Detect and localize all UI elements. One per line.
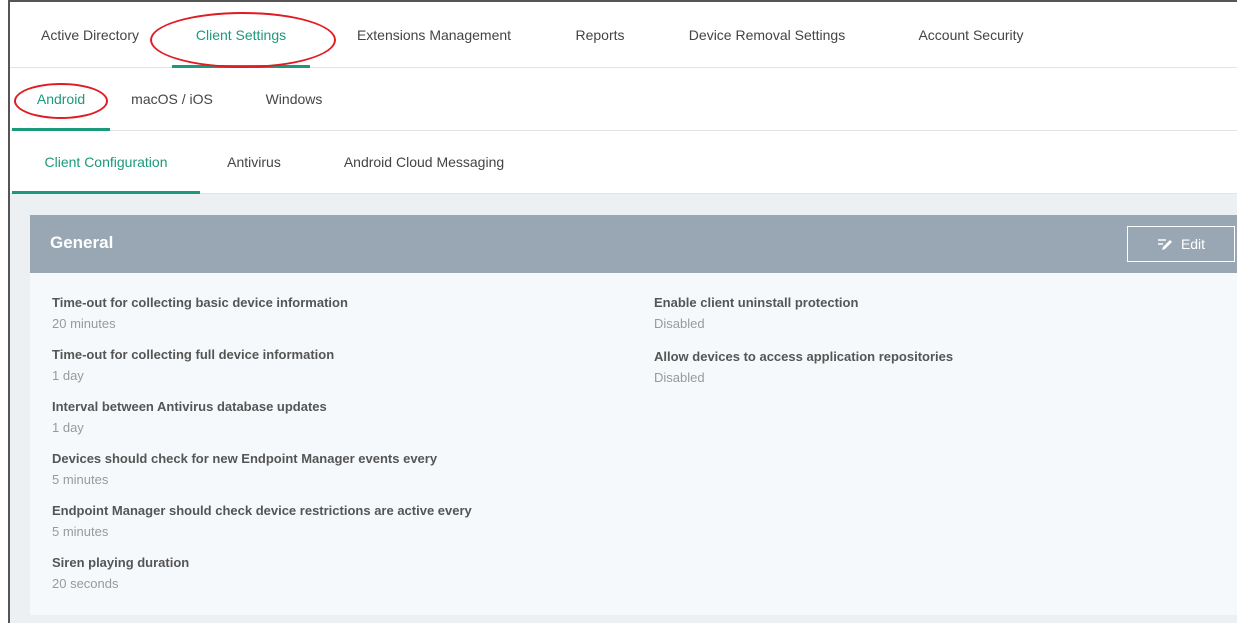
field-full-info-timeout: Time-out for collecting full device info…	[52, 347, 334, 383]
field-label: Enable client uninstall protection	[654, 295, 859, 310]
field-label: Time-out for collecting basic device inf…	[52, 295, 348, 310]
card-title: General	[50, 233, 114, 252]
general-card: General Edit Time-out for collecting bas…	[30, 215, 1237, 615]
edit-icon	[1157, 239, 1172, 250]
field-label: Devices should check for new Endpoint Ma…	[52, 451, 438, 466]
edit-button-label: Edit	[1180, 236, 1206, 252]
field-value: 20 minutes	[52, 316, 116, 331]
tab-android-cloud-messaging[interactable]: Android Cloud Messaging	[316, 131, 532, 193]
field-label: Endpoint Manager should check device res…	[52, 503, 472, 518]
field-value: 1 day	[52, 420, 84, 435]
field-value: Disabled	[654, 316, 705, 331]
edit-button[interactable]: Edit	[1127, 226, 1235, 262]
card-header: General Edit	[30, 215, 1237, 273]
tab-extensions-management[interactable]: Extensions Management	[332, 2, 536, 67]
tab-android[interactable]: Android	[12, 68, 110, 131]
field-value: 1 day	[52, 368, 84, 383]
field-uninstall-protection: Enable client uninstall protection Disab…	[654, 295, 858, 331]
field-siren-duration: Siren playing duration 20 seconds	[52, 555, 189, 591]
app-frame: Active Directory Client Settings Extensi…	[8, 0, 1237, 623]
tab-macos-ios[interactable]: macOS / iOS	[120, 68, 224, 130]
field-av-update-interval: Interval between Antivirus database upda…	[52, 399, 327, 435]
field-event-check-interval: Devices should check for new Endpoint Ma…	[52, 451, 437, 487]
field-label: Allow devices to access application repo…	[654, 349, 954, 364]
tab-client-settings[interactable]: Client Settings	[172, 2, 310, 68]
field-label: Time-out for collecting full device info…	[52, 347, 335, 362]
field-label: Interval between Antivirus database upda…	[52, 399, 327, 414]
field-value: 5 minutes	[52, 472, 109, 487]
field-app-repository-access: Allow devices to access application repo…	[654, 349, 953, 385]
field-restriction-check-interval: Endpoint Manager should check device res…	[52, 503, 472, 539]
field-value: 20 seconds	[52, 576, 119, 591]
field-label: Siren playing duration	[52, 555, 190, 570]
field-value: Disabled	[654, 370, 705, 385]
tab-account-security[interactable]: Account Security	[890, 2, 1052, 67]
os-tab-bar: Android macOS / iOS Windows	[10, 68, 1237, 131]
tab-device-removal-settings[interactable]: Device Removal Settings	[662, 2, 872, 67]
top-tab-bar: Active Directory Client Settings Extensi…	[10, 2, 1237, 68]
tab-windows[interactable]: Windows	[250, 68, 338, 130]
field-basic-info-timeout: Time-out for collecting basic device inf…	[52, 295, 348, 331]
tab-active-directory[interactable]: Active Directory	[22, 2, 158, 67]
field-value: 5 minutes	[52, 524, 109, 539]
tab-reports[interactable]: Reports	[560, 2, 640, 67]
section-tab-bar: Client Configuration Antivirus Android C…	[10, 131, 1237, 194]
tab-client-configuration[interactable]: Client Configuration	[12, 131, 200, 194]
tab-antivirus[interactable]: Antivirus	[210, 131, 298, 193]
